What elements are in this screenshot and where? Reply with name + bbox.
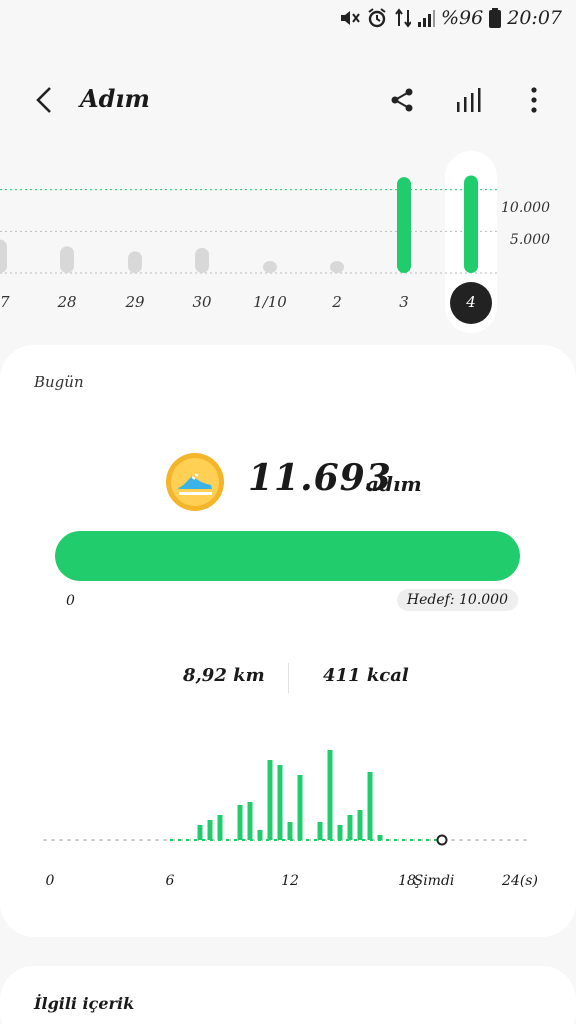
data-signal-icon bbox=[393, 8, 411, 28]
hourly-bar bbox=[207, 820, 213, 840]
hourly-tick-label: Şimdi bbox=[413, 873, 455, 889]
page-title: Adım bbox=[80, 84, 150, 113]
y-label-10000: 10.000 bbox=[501, 200, 550, 216]
battery-percent: %96 bbox=[441, 7, 484, 29]
bar-chart-icon bbox=[457, 88, 481, 112]
week-day-label[interactable]: 29 bbox=[125, 293, 144, 311]
week-day-label[interactable]: 2 bbox=[332, 293, 342, 311]
hourly-bar bbox=[257, 830, 263, 840]
trends-button[interactable] bbox=[448, 80, 488, 120]
hourly-bar bbox=[247, 802, 253, 840]
week-bar[interactable] bbox=[464, 175, 478, 273]
goal-label[interactable]: Hedef: 10.000 bbox=[396, 589, 518, 611]
chevron-left-icon bbox=[36, 87, 51, 113]
related-content-card[interactable]: İlgili içerik bbox=[0, 966, 576, 1024]
hourly-tick-label: 6 bbox=[165, 873, 175, 889]
hourly-bar bbox=[317, 822, 323, 840]
weekly-steps-chart[interactable]: 10.000 5.000 27 28 29 30 1/10 2 3 4 bbox=[0, 145, 576, 335]
hourly-bar bbox=[287, 822, 293, 840]
goal-progress-fill bbox=[55, 531, 520, 581]
hourly-bar bbox=[327, 750, 333, 840]
mute-icon bbox=[339, 8, 361, 28]
hourly-bar bbox=[217, 815, 223, 840]
week-bar[interactable] bbox=[60, 246, 74, 273]
more-vertical-icon bbox=[531, 87, 537, 113]
alarm-icon bbox=[367, 8, 387, 28]
status-icons: %96 20:07 bbox=[339, 6, 562, 30]
week-bar[interactable] bbox=[263, 261, 277, 273]
hourly-bar bbox=[197, 825, 203, 840]
hourly-bar bbox=[297, 775, 303, 840]
distance-value: 8,92 km bbox=[183, 665, 265, 686]
weekly-bars bbox=[0, 151, 500, 333]
shoe-badge-icon bbox=[166, 453, 224, 511]
app-actions bbox=[382, 80, 554, 120]
calories-value: 411 kcal bbox=[323, 665, 409, 686]
week-day-label[interactable]: 28 bbox=[57, 293, 76, 311]
week-bar[interactable] bbox=[0, 239, 7, 273]
hourly-bar bbox=[267, 760, 273, 840]
today-card: Bugün 11.693 adım 0 Hedef: 10.000 8,92 k… bbox=[0, 345, 576, 937]
step-unit: adım bbox=[366, 472, 422, 496]
share-icon bbox=[391, 88, 413, 112]
y-label-5000: 5.000 bbox=[509, 232, 550, 248]
week-bar[interactable] bbox=[397, 177, 411, 273]
progress-min-label: 0 bbox=[66, 593, 75, 609]
week-day-label[interactable]: 3 bbox=[399, 293, 409, 311]
week-day-label[interactable]: 30 bbox=[192, 293, 211, 311]
more-options-button[interactable] bbox=[514, 80, 554, 120]
signal-icon bbox=[417, 8, 435, 28]
hourly-bar bbox=[237, 805, 243, 840]
status-bar: %96 20:07 bbox=[0, 0, 576, 36]
hourly-tick-label: 24(s) bbox=[502, 873, 538, 889]
hourly-bars bbox=[43, 750, 533, 846]
hourly-bar bbox=[357, 810, 363, 840]
goal-progress-bar bbox=[55, 531, 520, 581]
stat-divider bbox=[288, 663, 289, 693]
hourly-bar bbox=[347, 815, 353, 840]
hourly-bar bbox=[337, 825, 343, 840]
related-heading: İlgili içerik bbox=[34, 994, 135, 1013]
hourly-bar bbox=[367, 772, 373, 840]
week-bar[interactable] bbox=[330, 261, 344, 273]
week-day-label[interactable]: 1/10 bbox=[253, 293, 287, 311]
hourly-bar bbox=[377, 835, 383, 840]
week-day-label[interactable]: 27 bbox=[0, 293, 10, 311]
battery-icon bbox=[489, 8, 502, 28]
hourly-tick-label: 0 bbox=[45, 873, 55, 889]
back-button[interactable] bbox=[24, 80, 64, 120]
hourly-tick-label: 12 bbox=[281, 873, 299, 889]
now-marker bbox=[436, 834, 448, 846]
hourly-steps-chart: 0 6 12 18 Şimdi 24(s) bbox=[0, 725, 576, 905]
week-bar[interactable] bbox=[195, 248, 209, 273]
week-bar[interactable] bbox=[128, 251, 142, 273]
week-day-label[interactable]: 4 bbox=[466, 293, 476, 311]
hourly-bar bbox=[277, 765, 283, 840]
today-heading: Bugün bbox=[34, 373, 84, 391]
share-button[interactable] bbox=[382, 80, 422, 120]
clock-time: 20:07 bbox=[507, 7, 562, 29]
app-bar: Adım bbox=[0, 70, 576, 132]
